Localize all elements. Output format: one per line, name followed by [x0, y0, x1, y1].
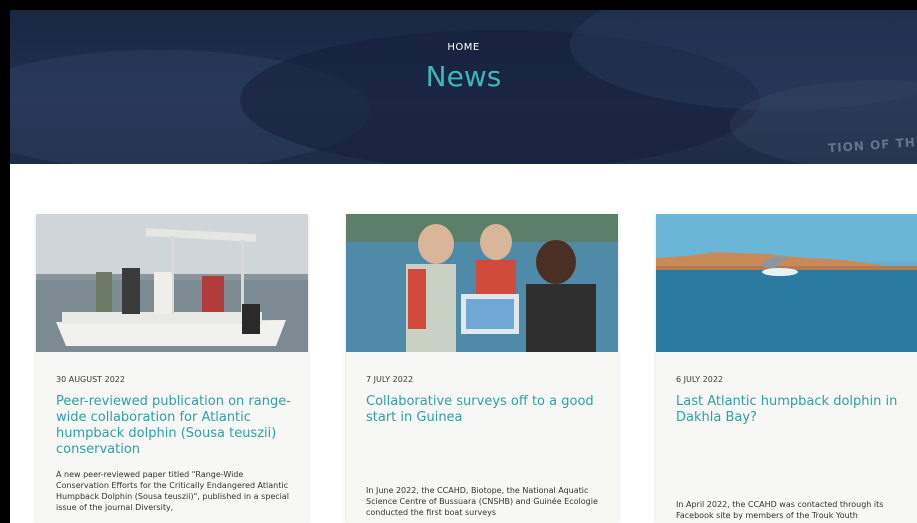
news-card-1-date: 30 AUGUST 2022	[56, 375, 125, 384]
hero-banner: TION OF THE HOME News	[10, 10, 917, 164]
news-card-3-date: 6 JULY 2022	[676, 375, 724, 384]
news-card-2-excerpt: In June 2022, the CCAHD, Biotope, the Na…	[366, 486, 598, 517]
dolphin-photo	[656, 214, 917, 352]
window-edge-top	[0, 0, 917, 10]
survey-team-photo	[346, 214, 618, 352]
news-card-1-title[interactable]: Peer-reviewed publication on range-wide …	[56, 394, 296, 458]
news-card-1-image[interactable]	[36, 214, 308, 352]
news-card-3-excerpt: In April 2022, the CCAHD was contacted t…	[676, 500, 884, 520]
news-card-1[interactable]: 30 AUGUST 2022 Peer-reviewed publication…	[36, 214, 308, 523]
window-edge-left	[0, 0, 10, 523]
news-card-2-date: 7 JULY 2022	[366, 375, 414, 384]
breadcrumb-home[interactable]: HOME	[10, 42, 917, 53]
news-card-1-excerpt: A new peer-reviewed paper titled "Range-…	[56, 470, 290, 512]
news-card-2-image[interactable]	[346, 214, 618, 352]
news-card-2-title[interactable]: Collaborative surveys off to a good star…	[366, 394, 606, 426]
news-card-3[interactable]: 6 JULY 2022 Last Atlantic humpback dolph…	[656, 214, 917, 523]
boat-photo	[36, 214, 308, 352]
page-title: News	[425, 60, 502, 93]
news-card-3-title[interactable]: Last Atlantic humpback dolphin in Dakhla…	[676, 394, 916, 426]
news-card-2[interactable]: 7 JULY 2022 Collaborative surveys off to…	[346, 214, 618, 523]
page: TION OF THE HOME News 30 AUGUST 2022 Pee…	[0, 0, 917, 523]
news-card-3-image[interactable]	[656, 214, 917, 352]
